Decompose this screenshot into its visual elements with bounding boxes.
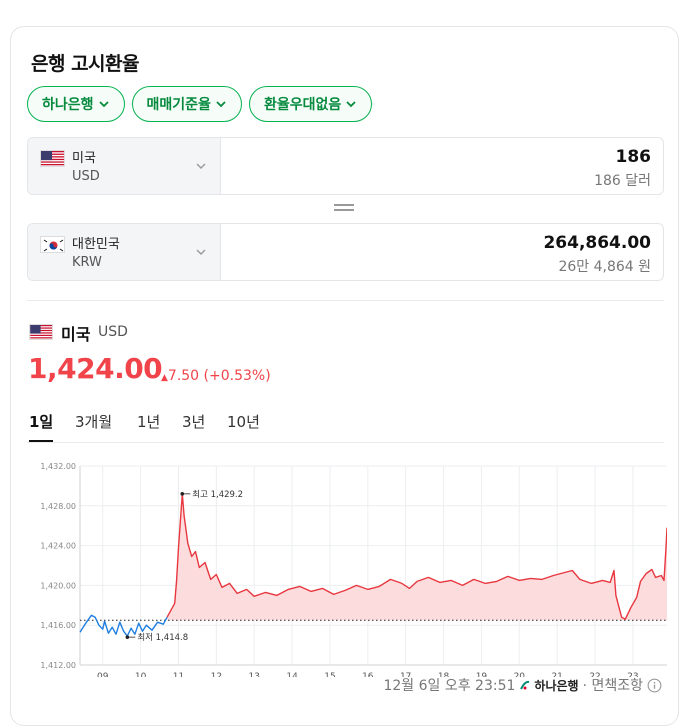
chevron-down-icon (98, 98, 110, 110)
card-title: 은행 고시환율 (31, 49, 139, 76)
y-tick-label: 1,416.00 (40, 621, 76, 630)
x-tick-label: 13 (248, 672, 259, 677)
discount-select-chip[interactable]: 환율우대없음 (249, 86, 372, 122)
to-country-name: 대한민국 (72, 233, 120, 252)
from-country-name: 미국 (72, 147, 96, 166)
current-rate: 1,424.00 (28, 352, 162, 385)
source-bank-name: 하나은행 (534, 677, 578, 694)
rate-line-chart: 1,412.00 1,416.00 1,420.00 1,424.00 1,428.00… (27, 452, 667, 677)
y-tick-label: 1,424.00 (40, 542, 76, 551)
low-label: 최저 1,414.8 (137, 632, 188, 643)
converter-to-row: 대한민국 KRW 264,864.00 26만 4,864 원 (27, 223, 664, 281)
us-flag-icon (29, 324, 53, 340)
from-amount-text: 186 달러 (594, 170, 651, 190)
area-fill (167, 494, 667, 620)
x-tick-label: 15 (324, 672, 335, 677)
chip-label: 하나은행 (42, 94, 94, 114)
filter-chips: 하나은행 매매기준율 환율우대없음 (27, 86, 372, 122)
x-tick-label: 09 (97, 672, 109, 677)
to-amount-value[interactable]: 264,864.00 (543, 233, 651, 253)
rate-type-select-chip[interactable]: 매매기준율 (132, 86, 242, 122)
y-tick-label: 1,428.00 (40, 502, 76, 511)
card-footer: 12월 6일 오후 23:51 하나은행 · 면책조항 (383, 675, 662, 695)
x-tick-label: 12 (211, 672, 222, 677)
chip-label: 환율우대없음 (264, 94, 341, 114)
hana-bank-logo-icon (519, 679, 531, 691)
chevron-down-icon (194, 245, 208, 259)
to-currency-select[interactable]: 대한민국 KRW (28, 224, 221, 280)
tab-1d[interactable]: 1일 (29, 411, 53, 432)
chevron-down-icon (215, 98, 227, 110)
kr-flag-icon (40, 236, 65, 253)
tab-3y[interactable]: 3년 (182, 411, 205, 432)
up-arrow-icon: ▲ (161, 373, 168, 383)
from-currency-select[interactable]: 미국 USD (28, 138, 221, 194)
high-label: 최고 1,429.2 (192, 489, 243, 500)
exchange-rate-card: 은행 고시환율 하나은행 매매기준율 환율우대없음 (10, 26, 679, 726)
rate-change-value: 7.50 (+0.53%) (168, 368, 271, 384)
chevron-down-icon (194, 159, 208, 173)
x-tick-label: 10 (135, 672, 147, 677)
chevron-down-icon (345, 98, 357, 110)
x-tick-label: 11 (173, 672, 184, 677)
y-tick-label: 1,432.00 (40, 462, 76, 471)
equals-icon (334, 203, 354, 213)
period-tabs: 1일 3개월 1년 3년 10년 (27, 408, 664, 443)
from-currency-code: USD (72, 169, 100, 184)
y-tick-label: 1,420.00 (40, 581, 76, 590)
converter-from-row: 미국 USD 186 186 달러 (27, 137, 664, 195)
tab-10y[interactable]: 10년 (227, 411, 260, 432)
x-tick-label: 16 (362, 672, 374, 677)
chip-label: 매매기준율 (147, 94, 211, 114)
summary-currency-code: USD (98, 324, 128, 340)
us-flag-icon (40, 150, 65, 167)
tab-1y[interactable]: 1년 (137, 411, 160, 432)
rate-change: ▲7.50 (+0.53%) (161, 368, 271, 384)
summary-country: 미국 (61, 321, 90, 345)
tab-3m[interactable]: 3개월 (75, 411, 112, 432)
info-icon[interactable] (647, 678, 662, 693)
disclaimer-link[interactable]: · 면책조항 (583, 675, 643, 695)
from-amount-input[interactable]: 186 (616, 147, 652, 167)
to-currency-code: KRW (72, 255, 102, 270)
to-amount-text: 26만 4,864 원 (558, 256, 651, 276)
x-tick-label: 14 (286, 672, 298, 677)
bank-select-chip[interactable]: 하나은행 (27, 86, 125, 122)
source-bank: 하나은행 (519, 677, 578, 694)
section-divider (27, 300, 664, 301)
y-tick-label: 1,412.00 (40, 661, 76, 670)
update-timestamp: 12월 6일 오후 23:51 (383, 675, 515, 695)
